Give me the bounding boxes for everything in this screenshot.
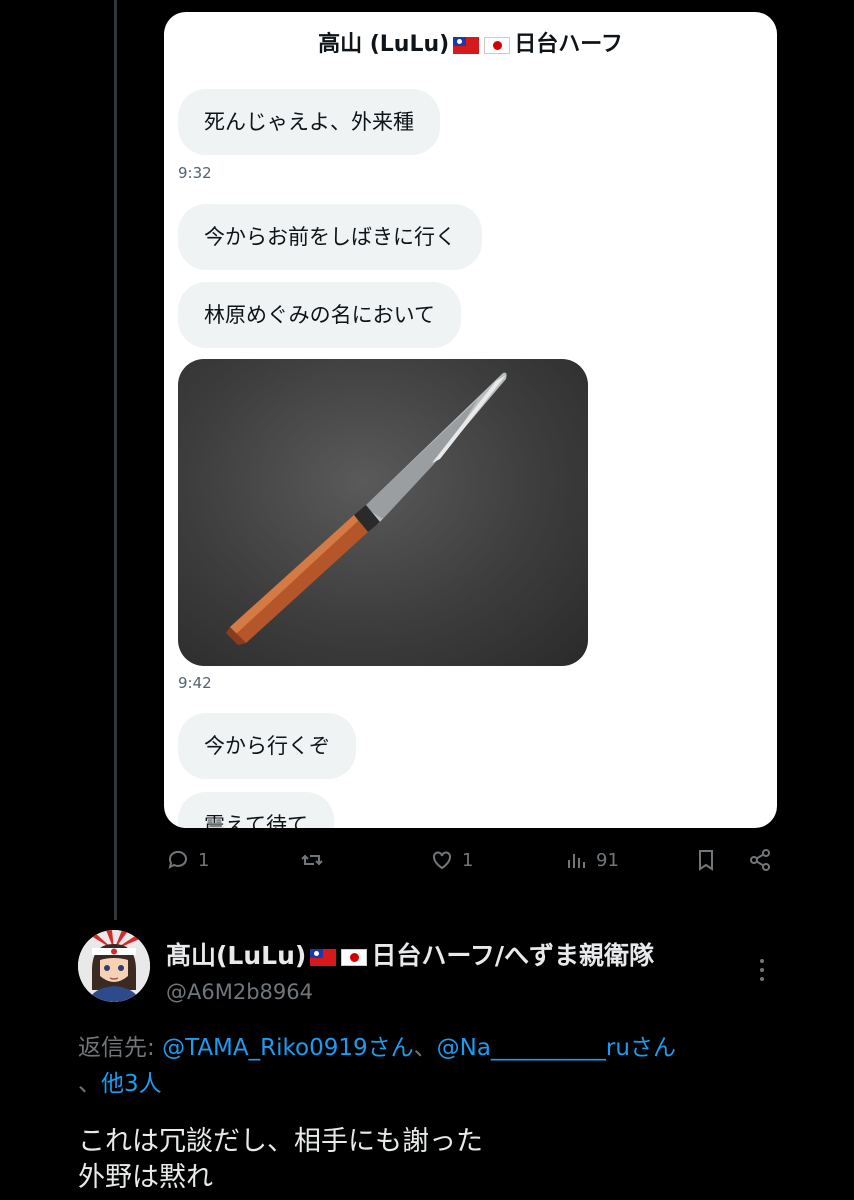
reply-to-line: 返信先: @TAMA_Riko0919さん、@Na__________ruさん、… [78,1030,778,1102]
views-count: 91 [596,849,619,871]
dm-header: 高山 (LuLu) 日台ハーフ [164,26,777,58]
more-options-button[interactable] [752,955,772,985]
display-name-text: 髙山(LuLu) [166,941,307,970]
views-button[interactable]: 91 [564,848,619,872]
bookmark-icon [699,850,713,871]
retweet-button[interactable] [300,848,332,872]
message-bubble: 死んじゃえよ、外来種 [178,89,440,155]
tweet-text-line: 外野は黙れ [78,1162,213,1193]
dm-header-name: 高山 (LuLu) [318,32,450,57]
bookmark-button[interactable] [694,848,718,872]
reply-icon [168,850,187,869]
message-bubble: 震えて待て [178,792,334,828]
mention-link[interactable]: @Na__________ruさん [437,1035,676,1061]
share-button[interactable] [748,848,772,872]
others-link[interactable]: 他3人 [101,1071,162,1097]
japan-flag-icon [341,948,368,966]
reply-count: 1 [198,849,210,871]
taiwan-flag-icon [310,948,337,966]
message-bubble: 今から行くぞ [178,713,356,779]
reply-to-prefix: 返信先: [78,1035,163,1061]
like-button[interactable]: 1 [430,848,473,872]
heart-icon [433,851,451,870]
display-name-suffix: 日台ハーフ/へずま親衛隊 [371,941,654,970]
reply-handle[interactable]: @A6M2b8964 [166,980,313,1004]
retweet-icon [301,854,323,866]
tweet-text-line: これは冗談だし、相手にも謝った [78,1126,483,1157]
avatar[interactable] [78,930,150,1002]
message-bubble: 林原めぐみの名において [178,282,461,348]
message-timestamp: 9:32 [178,164,212,182]
reply-tweet-text: これは冗談だし、相手にも謝った 外野は黙れ [78,1124,778,1196]
dm-screenshot-image[interactable]: 高山 (LuLu) 日台ハーフ 死んじゃえよ、外来種 9:32 今からお前をしばき… [164,12,777,828]
knife-photo [178,359,588,666]
reply-display-name[interactable]: 髙山(LuLu) 日台ハーフ/へずま親衛隊 [166,936,654,972]
dm-header-suffix: 日台ハーフ [514,32,623,57]
vertical-dots-icon [760,959,764,981]
taiwan-flag-icon [453,36,480,54]
mention-separator: 、 [413,1035,437,1061]
bar-chart-icon [568,854,585,868]
tweet-action-bar: 1 1 91 [0,848,854,888]
japan-flag-icon [484,36,511,54]
message-bubble: 今からお前をしばきに行く [178,204,482,270]
mention-separator: 、 [78,1071,101,1097]
mention-link[interactable]: @TAMA_Riko0919さん [162,1035,414,1061]
share-icon [750,849,770,871]
like-count: 1 [462,849,474,871]
reply-button[interactable]: 1 [166,848,209,872]
message-timestamp: 9:42 [178,674,212,692]
thread-connector-line [114,0,117,920]
